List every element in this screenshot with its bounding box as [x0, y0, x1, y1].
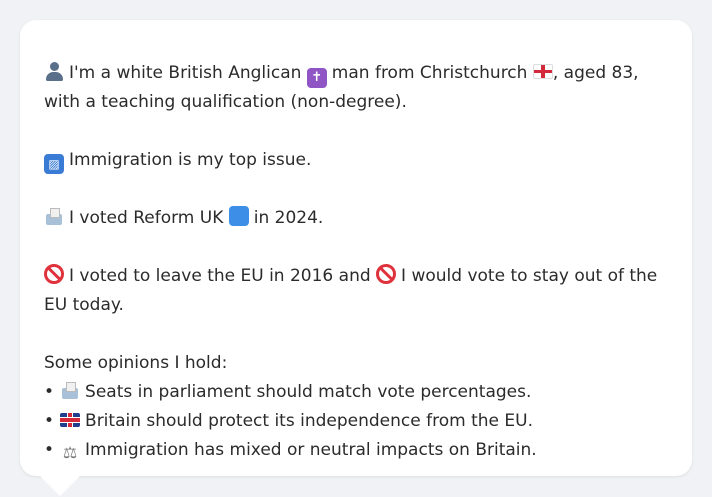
england-flag-icon — [532, 64, 553, 79]
person-icon — [44, 61, 64, 81]
eu-line: I voted to leave the EU in 2016 and I wo… — [44, 262, 668, 320]
uk-flag-icon — [60, 413, 81, 427]
opinions-heading: Some opinions I hold: — [44, 353, 228, 373]
bullet: • — [44, 411, 55, 431]
identity-text-2: man from Christchurch — [331, 63, 528, 83]
vote-line: I voted Reform UK in 2024. — [44, 204, 668, 233]
prohibited-icon — [44, 264, 64, 284]
opinion-item: • Britain should protect its independence… — [44, 407, 668, 436]
bullet: • — [44, 382, 55, 402]
bubble-tail — [40, 476, 80, 496]
issue-line: ▨ Immigration is my top issue. — [44, 146, 668, 175]
passport-control-icon: ▨ — [44, 154, 64, 174]
bullet: • — [44, 440, 55, 460]
opinion-text: Seats in parliament should match vote pe… — [85, 382, 532, 402]
ballot-box-icon — [60, 380, 80, 400]
issue-text: Immigration is my top issue. — [69, 150, 312, 170]
opinion-text: Immigration has mixed or neutral impacts… — [85, 440, 537, 460]
eu-text-1: I voted to leave the EU in 2016 and — [69, 266, 371, 286]
prohibited-icon — [376, 264, 397, 284]
blue-square-icon — [228, 206, 249, 226]
opinion-item: • Seats in parliament should match vote p… — [44, 378, 668, 407]
opinion-text: Britain should protect its independence … — [85, 411, 533, 431]
latin-cross-icon: ✝ — [306, 68, 327, 88]
chat-bubble: I'm a white British Anglican ✝ man from C… — [20, 20, 692, 476]
identity-line: I'm a white British Anglican ✝ man from C… — [44, 59, 668, 117]
ballot-box-icon — [44, 206, 64, 226]
vote-text-1: I voted Reform UK — [69, 208, 224, 228]
opinion-item: • ⚖ Immigration has mixed or neutral impac… — [44, 436, 668, 465]
balance-scale-icon: ⚖ — [62, 443, 78, 462]
identity-text-1: I'm a white British Anglican — [69, 63, 302, 83]
vote-text-2: in 2024. — [253, 208, 324, 228]
